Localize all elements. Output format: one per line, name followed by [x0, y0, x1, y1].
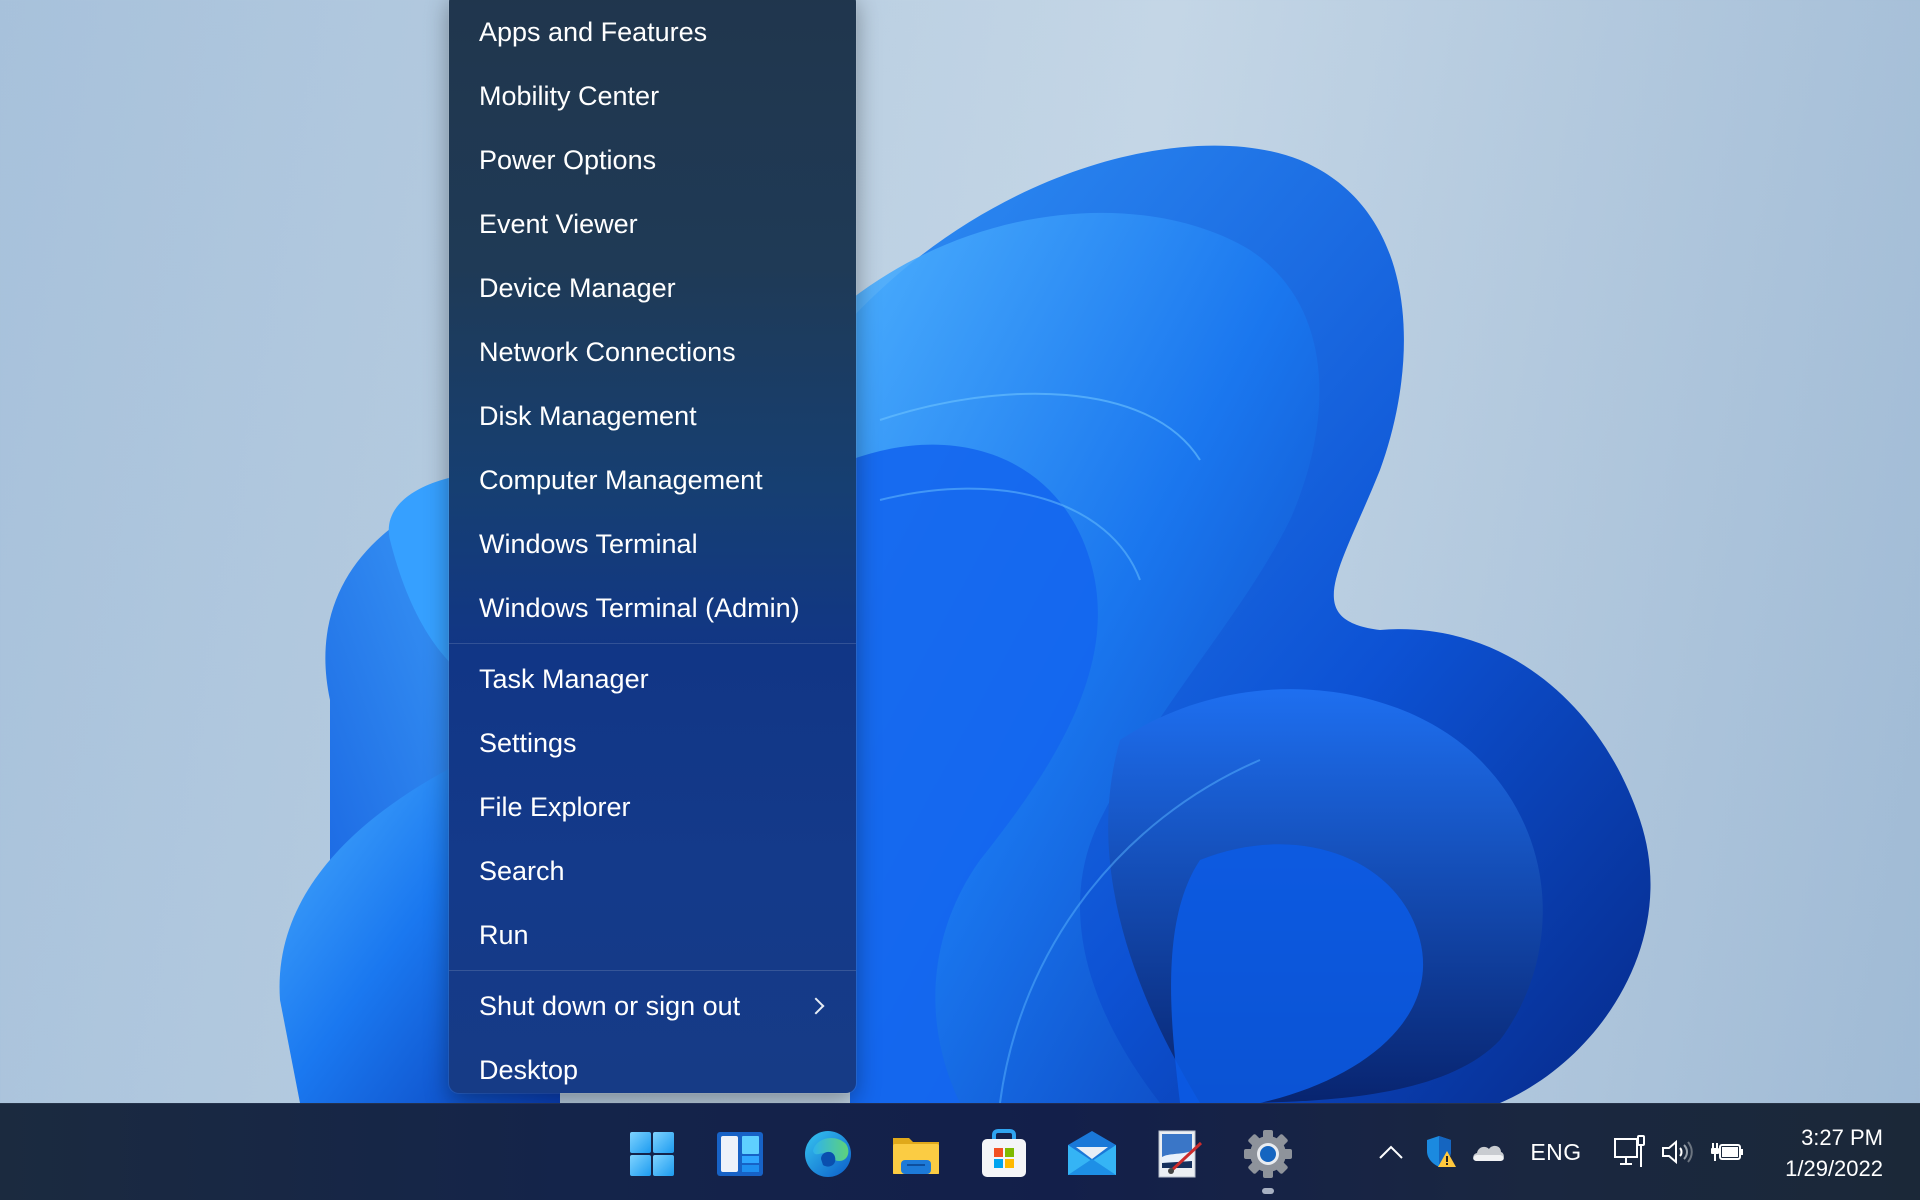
onedrive-tray[interactable] [1470, 1130, 1506, 1174]
menu-item-label: Event Viewer [479, 208, 638, 239]
menu-item-label: File Explorer [479, 791, 631, 822]
menu-item-run[interactable]: Run [449, 903, 856, 967]
menu-item-settings[interactable]: Settings [449, 711, 856, 775]
menu-item-mobility-center[interactable]: Mobility Center [449, 64, 856, 128]
clock-time: 3:27 PM [1801, 1125, 1883, 1150]
menu-item-device-manager[interactable]: Device Manager [449, 256, 856, 320]
show-hidden-icons-button[interactable] [1376, 1130, 1406, 1174]
menu-separator [449, 643, 856, 644]
menu-item-windows-terminal[interactable]: Windows Terminal [449, 512, 856, 576]
menu-item-desktop[interactable]: Desktop [449, 1038, 856, 1102]
quick-link-context-menu: Apps and Features Mobility Center Power … [449, 0, 856, 1093]
menu-item-apps-and-features[interactable]: Apps and Features [449, 0, 856, 64]
menu-item-label: Settings [479, 727, 577, 758]
menu-item-disk-management[interactable]: Disk Management [449, 384, 856, 448]
menu-item-label: Windows Terminal [479, 528, 698, 559]
menu-item-label: Network Connections [479, 336, 736, 367]
menu-item-label: Search [479, 855, 565, 886]
menu-item-search[interactable]: Search [449, 839, 856, 903]
network-wired-icon [1614, 1135, 1645, 1167]
taskbar: ENG 3:27 PM 1/29/2022 [0, 1103, 1920, 1200]
menu-item-network-connections[interactable]: Network Connections [449, 320, 856, 384]
language-label: ENG [1530, 1138, 1582, 1165]
menu-item-label: Disk Management [479, 400, 697, 431]
input-language-indicator[interactable]: ENG [1528, 1130, 1584, 1174]
clock-date: 1/29/2022 [1785, 1156, 1883, 1181]
windows-security-tray[interactable] [1424, 1130, 1458, 1174]
onedrive-cloud-icon [1473, 1145, 1504, 1161]
desktop-wallpaper [0, 0, 1920, 1103]
menu-item-label: Desktop [479, 1054, 579, 1085]
menu-item-computer-management[interactable]: Computer Management [449, 448, 856, 512]
menu-item-label: Apps and Features [479, 16, 708, 47]
menu-item-label: Shut down or sign out [479, 990, 741, 1021]
menu-item-label: Windows Terminal (Admin) [479, 592, 800, 623]
menu-item-file-explorer[interactable]: File Explorer [449, 775, 856, 839]
menu-item-label: Computer Management [479, 464, 763, 495]
security-warning-icon [1427, 1136, 1456, 1167]
menu-item-power-options[interactable]: Power Options [449, 128, 856, 192]
menu-item-label: Task Manager [479, 663, 649, 694]
chevron-right-icon [807, 997, 825, 1015]
menu-item-label: Power Options [479, 144, 657, 175]
clock[interactable]: 3:27 PM 1/29/2022 [1785, 1122, 1883, 1184]
volume-icon [1662, 1139, 1693, 1165]
menu-item-label: Device Manager [479, 272, 676, 303]
battery-charging-icon [1711, 1143, 1743, 1161]
system-tray: ENG 3:27 PM 1/29/2022 [0, 1104, 1920, 1200]
battery-tray[interactable] [1710, 1130, 1746, 1174]
network-tray[interactable] [1614, 1130, 1648, 1174]
menu-item-event-viewer[interactable]: Event Viewer [449, 192, 856, 256]
menu-separator [449, 970, 856, 971]
menu-item-label: Mobility Center [479, 80, 660, 111]
menu-item-task-manager[interactable]: Task Manager [449, 647, 856, 711]
menu-item-windows-terminal-admin[interactable]: Windows Terminal (Admin) [449, 576, 856, 640]
volume-tray[interactable] [1660, 1130, 1694, 1174]
chevron-up-icon [1379, 1145, 1403, 1159]
menu-item-label: Run [479, 919, 529, 950]
menu-item-shut-down-or-sign-out[interactable]: Shut down or sign out [449, 974, 856, 1038]
